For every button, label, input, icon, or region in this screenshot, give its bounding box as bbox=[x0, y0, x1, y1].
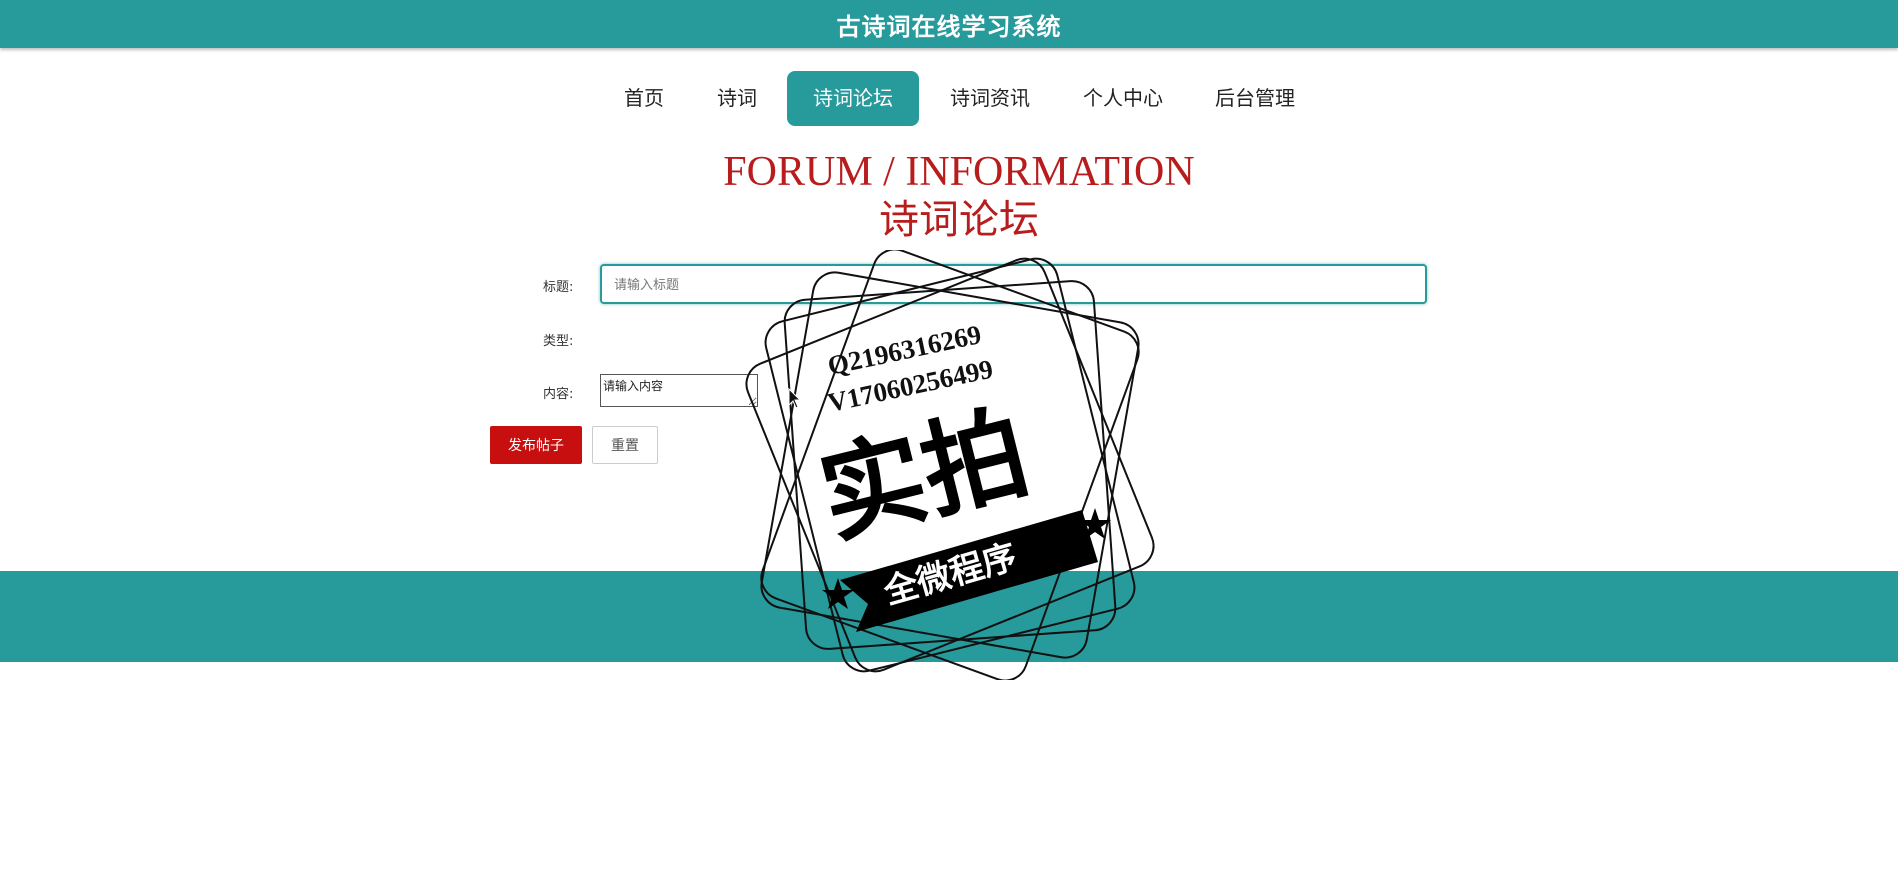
page-heading-cn: 诗词论坛 bbox=[879, 197, 1039, 243]
main-nav: 首页 诗词 诗词论坛 诗词资讯 个人中心 后台管理 bbox=[0, 71, 1898, 126]
content-label: 内容: bbox=[543, 387, 574, 402]
nav-item-admin[interactable]: 后台管理 bbox=[1209, 71, 1301, 126]
nav-item-poems[interactable]: 诗词 bbox=[712, 71, 762, 126]
top-header-bar: 古诗词在线学习系统 bbox=[0, 0, 1898, 48]
mouse-cursor-icon bbox=[788, 388, 802, 409]
nav-item-poetry-forum[interactable]: 诗词论坛 bbox=[787, 71, 919, 126]
app-title: 古诗词在线学习系统 bbox=[836, 12, 1062, 41]
title-label: 标题: bbox=[543, 280, 574, 295]
nav-item-home[interactable]: 首页 bbox=[618, 71, 670, 126]
nav-item-personal-center[interactable]: 个人中心 bbox=[1077, 71, 1169, 126]
type-label: 类型: bbox=[543, 334, 574, 349]
watermark-stamp: Q2196316269 V17060256499 实拍 全微程序 bbox=[745, 250, 1155, 680]
nav-item-poetry-news[interactable]: 诗词资讯 bbox=[944, 71, 1036, 126]
publish-post-button[interactable]: 发布帖子 bbox=[490, 426, 582, 464]
page-heading-en: FORUM / INFORMATION bbox=[723, 149, 1195, 195]
reset-button[interactable]: 重置 bbox=[592, 426, 658, 464]
